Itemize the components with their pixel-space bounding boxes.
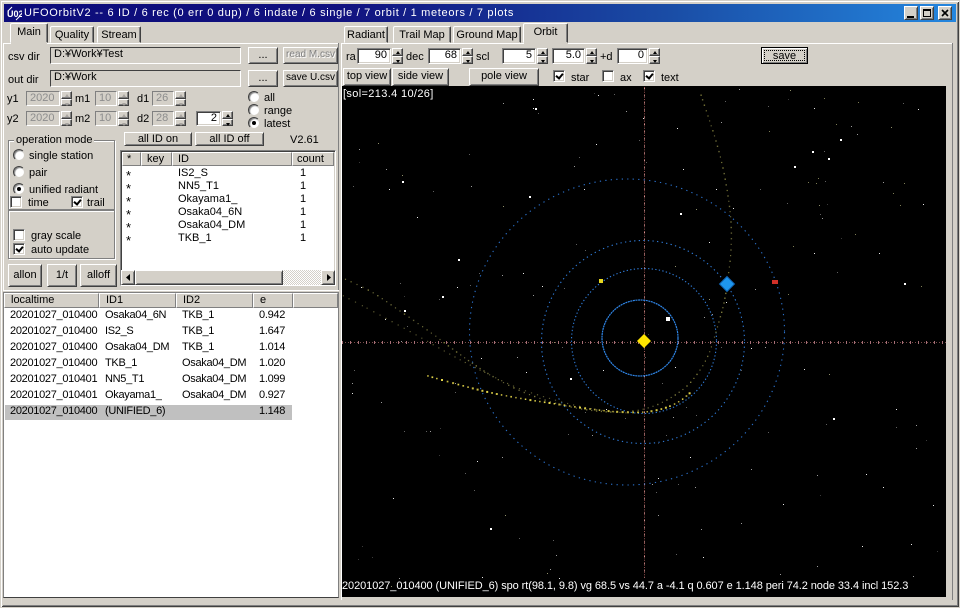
svg-text:U02: U02 [7,9,22,19]
